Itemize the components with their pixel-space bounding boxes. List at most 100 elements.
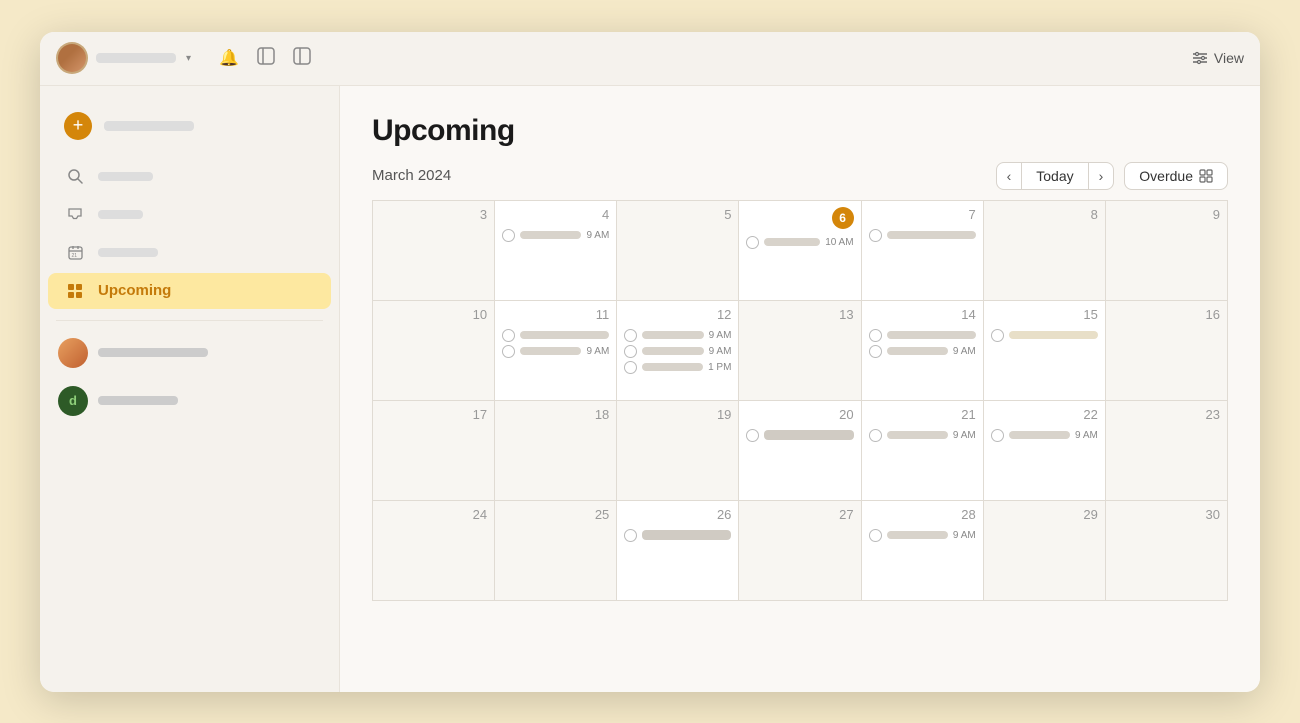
sidebar-item-upcoming[interactable]: Upcoming [48,273,331,309]
calendar-day[interactable]: 12 9 AM 9 AM 1 PM [617,300,739,400]
view-button[interactable]: View [1192,50,1244,66]
event-item[interactable]: 10 AM [746,236,853,249]
event-item[interactable]: 9 AM [869,345,976,358]
calendar-day[interactable]: 22 9 AM [983,400,1105,500]
add-button[interactable]: + [56,106,323,146]
calendar-day[interactable]: 3 [373,200,495,300]
event-checkbox[interactable] [746,429,759,442]
day-number: 28 [961,507,975,522]
event-item[interactable] [869,229,976,242]
overdue-button[interactable]: Overdue [1124,162,1228,190]
sidebar-item-calendar[interactable]: 21 [48,235,331,271]
event-checkbox[interactable] [869,229,882,242]
event-checkbox[interactable] [991,329,1004,342]
event-checkbox[interactable] [869,429,882,442]
calendar-day[interactable]: 17 [373,400,495,500]
sidebar-item-search[interactable] [48,159,331,195]
event-checkbox[interactable] [991,429,1004,442]
sidebar-item-inbox[interactable] [48,197,331,233]
main-content: Upcoming March 2024 ‹ Today › Overdue [340,86,1260,692]
calendar-day[interactable]: 16 [1105,300,1227,400]
event-checkbox[interactable] [869,529,882,542]
event-checkbox[interactable] [746,236,759,249]
event-checkbox[interactable] [624,329,637,342]
sidebar-item-upcoming-label: Upcoming [98,282,171,299]
calendar-day[interactable]: 10 [373,300,495,400]
account-avatar-person1 [58,338,88,368]
sidebar-icon[interactable] [293,47,311,70]
calendar-day[interactable]: 5 [617,200,739,300]
event-item[interactable]: 9 AM [502,229,609,242]
calendar-day[interactable]: 20 [739,400,861,500]
event-item[interactable]: 1 PM [624,361,731,374]
event-item[interactable]: 9 AM [624,329,731,342]
calendar-day[interactable]: 119 AM [495,300,617,400]
calendar-day[interactable]: 30 [1105,500,1227,600]
calendar-day[interactable]: 7 [861,200,983,300]
event-item[interactable] [502,329,609,342]
event-time: 9 AM [1075,430,1098,441]
day-number: 9 [1213,207,1220,222]
calendar-day[interactable]: 15 [983,300,1105,400]
avatar[interactable] [56,42,88,74]
calendar-day[interactable]: 149 AM [861,300,983,400]
sidebar-divider [56,320,323,321]
event-bar [764,430,853,440]
calendar-day[interactable]: 25 [495,500,617,600]
calendar-day[interactable]: 24 [373,500,495,600]
calendar-day[interactable]: 13 [739,300,861,400]
calendar-day[interactable]: 610 AM [739,200,861,300]
event-checkbox[interactable] [502,345,515,358]
calendar-table: 349 AM5610 AM78 9 10 119 AM 12 9 AM 9 AM 1 PM 13… [372,200,1228,601]
page-title: Upcoming [372,114,1228,148]
calendar-day[interactable]: 49 AM [495,200,617,300]
event-item[interactable] [746,429,853,442]
event-item[interactable] [869,329,976,342]
event-checkbox[interactable] [624,361,637,374]
event-checkbox[interactable] [869,345,882,358]
event-item[interactable] [624,529,731,542]
account-item-person2[interactable]: d [48,379,331,423]
event-checkbox[interactable] [624,529,637,542]
next-button[interactable]: › [1089,163,1114,189]
body: + [40,86,1260,692]
calendar-day[interactable]: 23 [1105,400,1227,500]
event-item[interactable]: 9 AM [502,345,609,358]
view-label: View [1214,50,1244,66]
event-time: 9 AM [586,346,609,357]
day-number: 10 [473,307,487,322]
event-time: 9 AM [586,230,609,241]
event-checkbox[interactable] [624,345,637,358]
calendar-day[interactable]: 18 [495,400,617,500]
event-item[interactable]: 9 AM [869,429,976,442]
event-checkbox[interactable] [502,229,515,242]
calendar-icon: 21 [64,242,86,264]
event-item[interactable]: 9 AM [624,345,731,358]
controls-right: ‹ Today › Overdue [996,162,1228,190]
toolbar-left: ▾ 🔔 [56,42,1192,74]
month-label: March 2024 [372,167,451,184]
calendar-day[interactable]: 28 9 AM [861,500,983,600]
calendar-day[interactable]: 29 [983,500,1105,600]
calendar-day[interactable]: 27 [739,500,861,600]
event-item[interactable]: 9 AM [869,529,976,542]
event-checkbox[interactable] [869,329,882,342]
event-item[interactable] [991,329,1098,342]
event-item[interactable]: 9 AM [991,429,1098,442]
calendar-day[interactable]: 26 [617,500,739,600]
today-button[interactable]: Today [1021,163,1088,189]
panel-toggle-icon[interactable] [257,47,275,70]
calendar-day[interactable]: 9 [1105,200,1227,300]
chevron-down-icon[interactable]: ▾ [186,53,191,64]
calendar-day[interactable]: 8 [983,200,1105,300]
calendar-day[interactable]: 19 [617,400,739,500]
event-bar [887,331,976,339]
day-number: 12 [717,307,731,322]
calendar-day[interactable]: 219 AM [861,400,983,500]
prev-button[interactable]: ‹ [997,163,1022,189]
day-number: 22 [1083,407,1097,422]
bell-icon[interactable]: 🔔 [219,48,239,68]
day-number: 29 [1083,507,1097,522]
account-item-person1[interactable] [48,331,331,375]
event-checkbox[interactable] [502,329,515,342]
